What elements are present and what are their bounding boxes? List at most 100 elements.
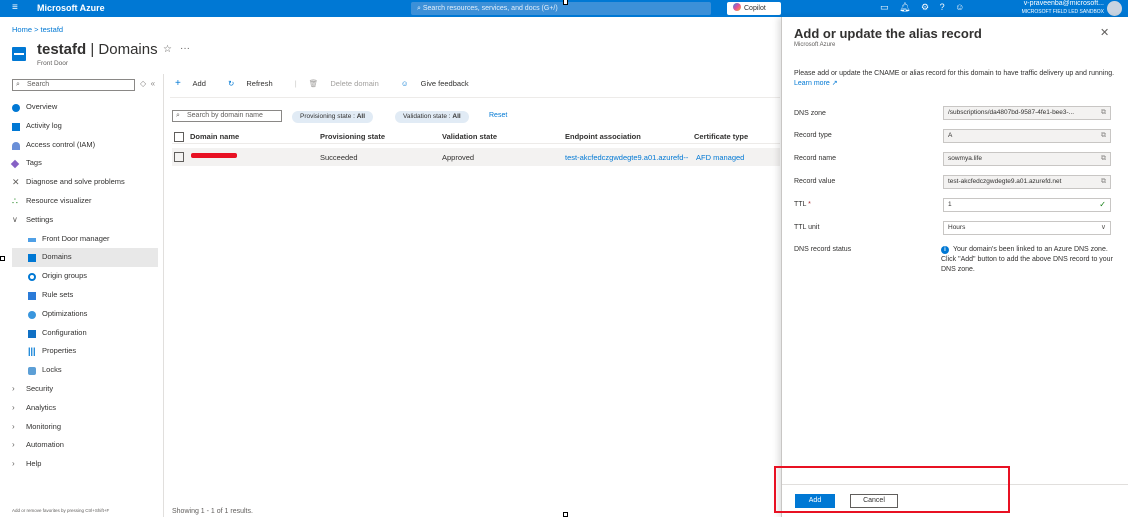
hamburger-icon[interactable]: ≡ <box>12 2 18 13</box>
table-row[interactable]: Succeeded Approved test-akcfedczgwdegte9… <box>172 148 780 166</box>
checkmark-icon: ✓ <box>1099 200 1106 209</box>
breadcrumb[interactable]: Home > testafd <box>12 25 63 34</box>
sidebar-item-tags[interactable]: Tags <box>10 154 158 173</box>
copilot-button[interactable]: Copilot <box>727 2 781 15</box>
sidebar-item-properties[interactable]: ||| Properties <box>12 342 158 361</box>
account-menu[interactable]: v-praveenba@microsoft... MICROSOFT FIELD… <box>1010 0 1104 16</box>
user-name: v-praveenba@microsoft... <box>1023 0 1104 7</box>
iam-icon <box>12 141 20 150</box>
topbar-icons: ▭ 🔔︎ ⚙ ? ☺ <box>880 2 964 13</box>
chevron-down-icon: ∨ <box>1100 224 1106 231</box>
record-value-label: Record value <box>794 178 836 185</box>
frontdoor-icon <box>28 237 36 242</box>
sidebar-search-input[interactable]: ⌕ Search <box>12 79 135 91</box>
ttl-unit-select[interactable]: Hours ∨ <box>943 221 1111 235</box>
column-domain-name[interactable]: Domain name <box>190 132 239 141</box>
feedback-icon[interactable]: ☺ <box>955 2 964 12</box>
more-options-icon[interactable]: ··· <box>180 43 190 54</box>
sidebar-item-front-door-manager[interactable]: Front Door manager <box>12 230 158 249</box>
visualizer-icon: ∴ <box>12 195 18 206</box>
sidebar-item-activity-log[interactable]: Activity log <box>12 117 158 136</box>
configuration-icon <box>28 329 36 338</box>
tag-icon <box>10 160 20 169</box>
reset-filters-link[interactable]: Reset <box>489 112 507 119</box>
front-door-icon <box>12 47 26 61</box>
dns-record-status-label: DNS record status <box>794 246 852 253</box>
sidebar-item-diagnose[interactable]: ✕ Diagnose and solve problems <box>12 173 158 192</box>
record-value-field[interactable]: test-akcfedczgwdegte9.a01.azurefd.net ⧉ <box>943 175 1111 189</box>
sidebar-tools: ◇ « <box>140 79 155 88</box>
brand-link[interactable]: Microsoft Azure <box>37 3 105 13</box>
ttl-input[interactable]: 1 ✓ <box>943 198 1111 212</box>
sidebar-item-locks[interactable]: Locks <box>12 361 158 380</box>
record-name-label: Record name <box>794 155 837 162</box>
copy-icon[interactable]: ⧉ <box>1099 107 1106 119</box>
command-bar: + Add ↻ Refresh | 🗑︎ Delete domain ☺ Giv… <box>175 78 489 89</box>
give-feedback-button[interactable]: ☺ Give feedback <box>401 79 479 88</box>
record-type-field[interactable]: A ⧉ <box>943 129 1111 143</box>
sidebar-item-iam[interactable]: Access control (IAM) <box>12 136 158 155</box>
sidebar-item-configuration[interactable]: Configuration <box>12 324 158 343</box>
row-provisioning-state: Succeeded <box>320 153 358 162</box>
panel-title: Add or update the alias record <box>794 26 982 41</box>
panel-subtitle: Microsoft Azure <box>794 42 836 48</box>
copy-icon[interactable]: ⧉ <box>1099 153 1106 165</box>
lock-icon <box>28 367 36 376</box>
settings-gear-icon[interactable]: ⚙ <box>921 2 929 12</box>
info-icon: i <box>941 246 949 254</box>
chevron-right-icon: › <box>12 421 15 431</box>
avatar[interactable] <box>1107 1 1122 16</box>
redacted-domain-name <box>191 153 237 158</box>
cloud-shell-icon[interactable]: ▭ <box>880 2 889 12</box>
sidebar-item-origin-groups[interactable]: Origin groups <box>12 267 158 286</box>
sidebar-item-rule-sets[interactable]: Rule sets <box>12 286 158 305</box>
record-name-field[interactable]: sowmya.life ⧉ <box>943 152 1111 166</box>
close-icon[interactable]: ✕ <box>1100 26 1109 39</box>
global-search-input[interactable]: ⌕ Search resources, services, and docs (… <box>411 2 711 15</box>
domain-search-input[interactable]: ⌕ Search by domain name <box>172 110 282 122</box>
learn-more-link[interactable]: Learn more ↗ <box>794 80 838 87</box>
table-header: Domain name Provisioning state Validatio… <box>172 130 780 144</box>
sidebar-group-security[interactable]: › Security <box>12 380 158 399</box>
row-certificate-link[interactable]: AFD managed <box>696 153 744 162</box>
favorite-star-icon[interactable]: ☆ <box>163 44 172 55</box>
sidebar-item-optimizations[interactable]: Optimizations <box>12 305 158 324</box>
crop-handle <box>563 512 568 517</box>
select-all-checkbox[interactable] <box>174 132 184 142</box>
collapse-sidebar-icon[interactable]: « <box>151 79 155 88</box>
column-certificate-type[interactable]: Certificate type <box>694 132 748 141</box>
trash-icon: 🗑︎ <box>308 79 319 88</box>
sidebar-item-resource-visualizer[interactable]: ∴ Resource visualizer <box>12 192 158 211</box>
globe-icon <box>12 104 20 112</box>
sidebar-nav: Overview Activity log Access control (IA… <box>10 98 158 474</box>
add-domain-button[interactable]: + Add <box>175 78 216 89</box>
sidebar-group-settings[interactable]: ∨ Settings <box>12 211 158 230</box>
delete-domain-button[interactable]: 🗑︎ Delete domain <box>309 79 389 88</box>
copilot-icon <box>733 3 741 11</box>
column-endpoint-association[interactable]: Endpoint association <box>565 132 641 141</box>
feedback-icon: ☺ <box>400 79 409 88</box>
row-checkbox[interactable] <box>174 152 184 162</box>
sidebar-group-help[interactable]: › Help <box>12 455 158 474</box>
sidebar-group-analytics[interactable]: › Analytics <box>12 399 158 418</box>
row-validation-state: Approved <box>442 153 475 162</box>
column-provisioning-state[interactable]: Provisioning state <box>320 132 385 141</box>
sidebar-item-domains[interactable]: Domains <box>12 248 158 268</box>
column-validation-state[interactable]: Validation state <box>442 132 497 141</box>
notifications-icon[interactable]: 🔔︎ <box>899 2 910 12</box>
copy-icon[interactable]: ⧉ <box>1099 176 1106 188</box>
copy-icon[interactable]: ⧉ <box>1099 130 1106 142</box>
refresh-button[interactable]: ↻ Refresh <box>228 79 283 88</box>
sidebar-item-overview[interactable]: Overview <box>12 98 158 117</box>
filter-toggle-icon[interactable]: ◇ <box>140 79 146 88</box>
help-icon[interactable]: ? <box>940 2 945 12</box>
dns-zone-field[interactable]: /subscriptions/da4807bd-9587-4fe1-bee3-.… <box>943 106 1111 120</box>
provisioning-state-filter[interactable]: Provisioning state : All <box>292 111 374 123</box>
dns-zone-label: DNS zone <box>794 110 826 117</box>
validation-state-filter[interactable]: Validation state : All <box>395 111 469 123</box>
chevron-right-icon: › <box>12 402 15 412</box>
sidebar-group-automation[interactable]: › Automation <box>12 436 158 455</box>
command-bar-divider <box>170 97 780 98</box>
row-endpoint-link[interactable]: test-akcfedczgwdegte9.a01.azurefd-- <box>565 153 688 162</box>
sidebar-group-monitoring[interactable]: › Monitoring <box>12 418 158 437</box>
